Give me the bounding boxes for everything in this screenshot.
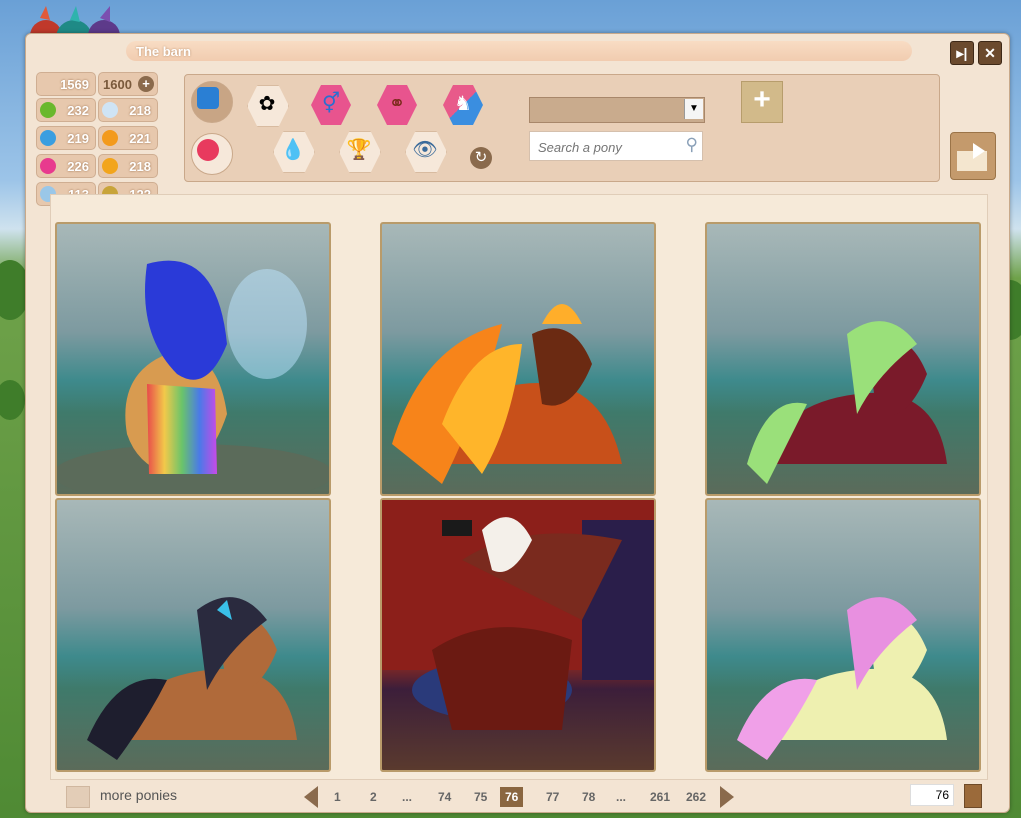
stat-value: 219 <box>67 131 89 146</box>
folder-select[interactable]: ▼ <box>529 97 705 123</box>
fire-icon <box>102 130 118 146</box>
filter-pair-button[interactable]: ♞ <box>441 83 485 127</box>
search-input[interactable] <box>536 137 680 157</box>
close-icon: ✕ <box>984 45 996 61</box>
equus-max-value: 1600 <box>103 77 132 92</box>
stat-cloud: 218 <box>98 98 158 122</box>
collapse-button[interactable]: ▸| <box>950 41 974 65</box>
rings-icon: ⚭ <box>388 93 406 115</box>
more-ponies-checkbox[interactable] <box>66 786 90 808</box>
page-link[interactable]: 1 <box>334 790 341 804</box>
prev-page-arrow-icon[interactable] <box>304 786 318 808</box>
go-to-page-button[interactable] <box>964 784 982 808</box>
more-ponies-label: more ponies <box>100 787 178 803</box>
apple-icon <box>40 102 56 118</box>
pink-mane-cream-pony-image <box>737 597 947 760</box>
black-mane-brown-pony-image <box>87 597 297 760</box>
pagination-bar: more ponies 1 2 ... 74 75 76 77 78 ... 2… <box>26 782 1009 812</box>
equus-max: 1600 + <box>98 72 158 96</box>
eye-drop-icon: 👁 <box>412 139 438 161</box>
filter-breed-button[interactable]: ✿ <box>245 83 289 127</box>
favorites-button[interactable] <box>187 129 235 177</box>
trophy-drop-icon: 🏆 <box>346 139 372 161</box>
next-page-arrow-icon[interactable] <box>720 786 734 808</box>
current-page: 76 <box>500 787 524 807</box>
page-link[interactable]: 75 <box>474 790 487 804</box>
stat-value: 221 <box>129 131 151 146</box>
page-number-input[interactable] <box>910 784 954 806</box>
stat-water: 219 <box>36 126 96 150</box>
background-tree <box>0 380 25 420</box>
stat-fire: 221 <box>98 126 158 150</box>
page-link[interactable]: 74 <box>438 790 451 804</box>
stat-value: 218 <box>129 103 151 118</box>
filter-gender-button[interactable]: ⚥ <box>309 83 353 127</box>
search-icon[interactable]: ⚲ <box>686 135 698 155</box>
add-equus-button[interactable]: + <box>138 76 154 92</box>
close-button[interactable]: ✕ <box>978 41 1002 65</box>
page-link[interactable]: 78 <box>582 790 595 804</box>
pony-card[interactable] <box>705 222 981 496</box>
plus-icon: + <box>753 83 771 116</box>
window-title: The barn <box>136 44 191 59</box>
refresh-icon: ↻ <box>474 149 488 166</box>
stat-heart: 226 <box>36 154 96 178</box>
filter-relationship-button[interactable]: ⚭ <box>375 83 419 127</box>
collapse-icon: ▸| <box>956 45 968 61</box>
page-ellipsis: ... <box>402 790 413 804</box>
gender-icon: ⚥ <box>321 93 341 115</box>
paw-icon <box>102 158 118 174</box>
filter-unicorn-button[interactable]: 💧 <box>271 129 315 173</box>
equus-spent: 1569 <box>36 72 96 96</box>
pony-grid <box>50 194 988 780</box>
pony-card[interactable] <box>380 498 656 772</box>
pony-card[interactable] <box>380 222 656 496</box>
title-bar[interactable]: The barn <box>126 41 912 61</box>
page-ellipsis: ... <box>616 790 627 804</box>
stat-apple: 232 <box>36 98 96 122</box>
equus-spent-value: 1569 <box>60 77 89 92</box>
filter-toolbar: ✿ ⚥ ⚭ ♞ 💧 🏆 👁 ↻ ▼ Search a pony ⚲ + <box>184 74 940 182</box>
blue-folder-icon <box>197 87 219 109</box>
magician-bat-pony-image <box>382 500 654 730</box>
stat-value: 218 <box>129 159 151 174</box>
pony-card[interactable] <box>705 498 981 772</box>
reset-filters-button[interactable]: ↻ <box>470 147 492 169</box>
blue-mane-seapony-image <box>57 260 329 494</box>
barn-window: The barn ▸| ✕ 1569 1600 + 232 218 219 22… <box>25 33 1010 813</box>
stat-paw: 218 <box>98 154 158 178</box>
page-link[interactable]: 261 <box>650 790 670 804</box>
folder-button[interactable] <box>187 77 235 125</box>
add-folder-button[interactable]: + <box>741 81 783 123</box>
filter-trophy-button[interactable]: 🏆 <box>337 129 381 173</box>
page-link[interactable]: 77 <box>546 790 559 804</box>
search-box: ⚲ <box>529 131 703 161</box>
stat-value: 226 <box>67 159 89 174</box>
pony-pair-icon: ♞ <box>454 93 472 115</box>
pony-arrow-icon <box>957 143 987 171</box>
cloud-icon <box>102 102 118 118</box>
flowers-icon: ✿ <box>258 93 276 115</box>
page-link[interactable]: 2 <box>370 790 377 804</box>
filter-eye-button[interactable]: 👁 <box>403 129 447 173</box>
green-mane-dark-red-pony-image <box>747 321 947 484</box>
fire-mane-pony-image <box>392 304 622 484</box>
chevron-down-icon: ▼ <box>684 99 703 119</box>
move-pony-button[interactable] <box>950 132 996 180</box>
pony-card[interactable] <box>55 222 331 496</box>
water-drops-icon <box>40 130 56 146</box>
heart-icon <box>40 158 56 174</box>
star-icon <box>197 139 219 161</box>
page-link[interactable]: 262 <box>686 790 706 804</box>
pony-card[interactable] <box>55 498 331 772</box>
unicorn-drop-icon: 💧 <box>280 139 306 161</box>
resource-stats: 1569 1600 + 232 218 219 221 226 218 <box>34 70 182 214</box>
stat-value: 232 <box>67 103 89 118</box>
